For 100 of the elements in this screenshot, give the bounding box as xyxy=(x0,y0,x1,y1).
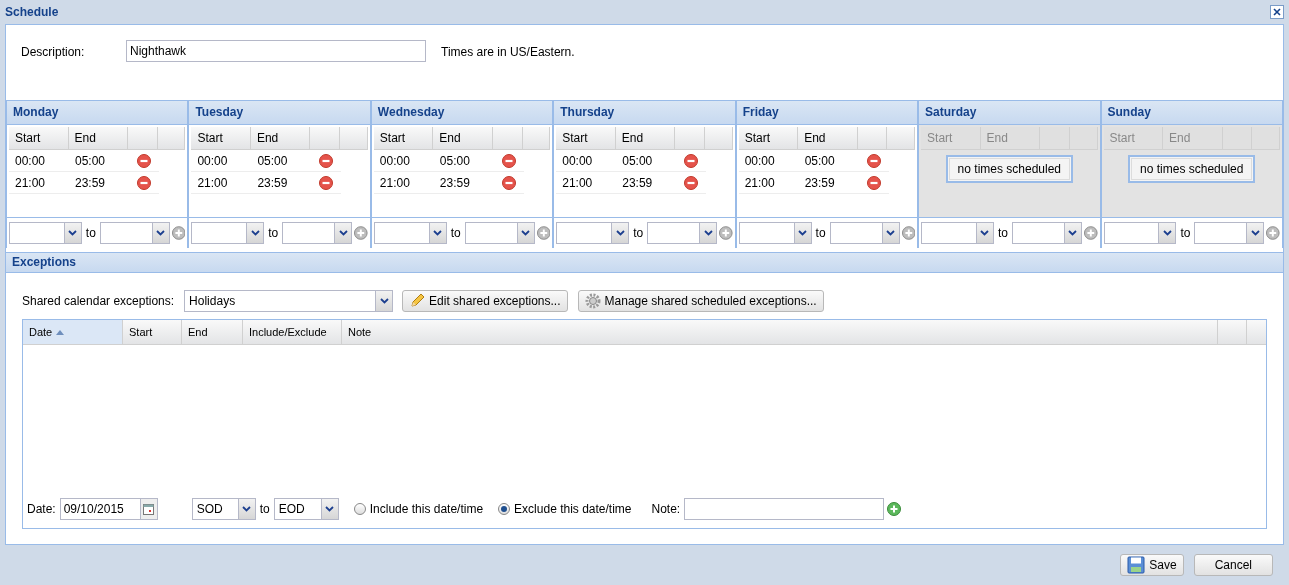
column-header: Start xyxy=(738,127,799,149)
end-time-dropdown[interactable] xyxy=(829,222,900,244)
save-button[interactable]: Save xyxy=(1120,554,1184,576)
remove-icon[interactable] xyxy=(866,153,881,168)
remove-icon[interactable] xyxy=(866,175,881,190)
day-header: Monday xyxy=(7,100,188,125)
description-label: Description: xyxy=(21,44,86,61)
add-icon[interactable] xyxy=(1266,226,1280,240)
to-label: to xyxy=(84,225,97,242)
date-field[interactable]: 09/10/2015 xyxy=(59,498,158,520)
shared-exceptions-dropdown[interactable]: Holidays xyxy=(184,290,394,312)
note-label: Note: xyxy=(651,501,681,518)
remove-icon[interactable] xyxy=(501,175,516,190)
pencil-icon xyxy=(409,293,426,309)
radio-option[interactable]: Exclude this date/time xyxy=(498,500,632,518)
day-header: Sunday xyxy=(1101,100,1282,125)
remove-icon[interactable] xyxy=(137,175,151,190)
table-cell-text: 00:00 xyxy=(378,152,411,170)
column-header[interactable]: Include/Exclude xyxy=(243,320,342,344)
manage-button[interactable]: Manage shared scheduled exceptions... xyxy=(577,290,824,312)
close-icon[interactable] xyxy=(1270,5,1284,19)
column-header: Start xyxy=(556,127,616,149)
empty-message: no times scheduled xyxy=(1128,155,1256,183)
remove-icon[interactable] xyxy=(319,153,334,168)
to-label: to xyxy=(267,225,280,242)
column-header: Start xyxy=(921,127,981,149)
day-header: Wednesday xyxy=(371,100,553,125)
day-header: Tuesday xyxy=(189,100,370,125)
end-dropdown[interactable]: EOD xyxy=(273,498,339,520)
date-label: Date: xyxy=(27,501,56,518)
add-icon[interactable] xyxy=(901,226,916,240)
table-cell-text: 21:00 xyxy=(14,174,47,192)
column-header[interactable]: Start xyxy=(123,320,182,344)
end-time-dropdown[interactable] xyxy=(1012,222,1082,244)
start-time-dropdown[interactable] xyxy=(556,222,630,244)
remove-icon[interactable] xyxy=(684,153,699,168)
to-label: to xyxy=(259,501,270,518)
column-header: End xyxy=(433,127,493,149)
end-time-dropdown[interactable] xyxy=(99,222,170,244)
table-cell-text: 05:00 xyxy=(803,152,836,170)
table-cell-text: 05:00 xyxy=(621,152,654,170)
column-header: End xyxy=(68,127,128,149)
remove-icon[interactable] xyxy=(137,153,151,168)
shared-exceptions-label: Shared calendar exceptions: xyxy=(22,293,175,310)
section-header: Exceptions xyxy=(6,252,1283,273)
description-field[interactable]: Nighthawk xyxy=(126,40,426,62)
column-header: End xyxy=(250,127,311,149)
note-field[interactable] xyxy=(684,498,885,520)
column-header: End xyxy=(1163,127,1223,149)
to-label: to xyxy=(996,225,1009,242)
radio-option[interactable]: Include this date/time xyxy=(353,500,484,518)
table-cell-text: 00:00 xyxy=(743,152,776,170)
table-cell-text: 00:00 xyxy=(14,152,47,170)
empty-message: no times scheduled xyxy=(945,155,1073,183)
cancel-button[interactable]: Cancel xyxy=(1193,554,1273,576)
table-cell-text: 23:59 xyxy=(74,174,107,192)
table-cell-text: 00:00 xyxy=(196,152,229,170)
remove-icon[interactable] xyxy=(319,175,334,190)
column-header[interactable]: End xyxy=(182,320,243,344)
to-label: to xyxy=(1179,225,1192,242)
start-time-dropdown[interactable] xyxy=(191,222,265,244)
table-cell-text: 00:00 xyxy=(561,152,594,170)
start-time-dropdown[interactable] xyxy=(921,222,994,244)
column-header: Start xyxy=(191,127,251,149)
add-icon[interactable] xyxy=(171,226,186,240)
remove-icon[interactable] xyxy=(684,175,699,190)
remove-icon[interactable] xyxy=(501,153,516,168)
table-cell-text: 23:59 xyxy=(621,174,654,192)
edit-button[interactable]: Edit shared exceptions... xyxy=(402,290,568,312)
start-time-dropdown[interactable] xyxy=(9,222,82,244)
to-label: to xyxy=(632,225,645,242)
table-cell-text: 23:59 xyxy=(438,174,471,192)
add-icon[interactable] xyxy=(719,226,733,240)
day-header: Saturday xyxy=(919,100,1100,125)
start-time-dropdown[interactable] xyxy=(373,222,447,244)
calendar-icon xyxy=(143,503,155,515)
column-header: End xyxy=(798,127,858,149)
column-header[interactable]: Date xyxy=(23,320,123,344)
column-header: Start xyxy=(373,127,434,149)
table-cell-text: 21:00 xyxy=(378,174,411,192)
day-header: Thursday xyxy=(554,100,735,125)
end-time-dropdown[interactable] xyxy=(282,222,353,244)
add-icon[interactable] xyxy=(354,226,368,240)
start-time-dropdown[interactable] xyxy=(1103,222,1177,244)
add-icon[interactable] xyxy=(887,502,902,516)
column-header: Start xyxy=(1103,127,1164,149)
end-time-dropdown[interactable] xyxy=(1194,222,1265,244)
add-icon[interactable] xyxy=(536,226,551,240)
end-time-dropdown[interactable] xyxy=(647,222,718,244)
table-cell-text: 05:00 xyxy=(256,152,289,170)
table-cell-text: 05:00 xyxy=(438,152,471,170)
column-header[interactable]: Note xyxy=(342,320,1218,344)
add-icon[interactable] xyxy=(1083,226,1098,240)
end-time-dropdown[interactable] xyxy=(464,222,535,244)
start-dropdown[interactable]: SOD xyxy=(191,498,256,520)
table-cell-text: 23:59 xyxy=(803,174,836,192)
column-header: End xyxy=(615,127,676,149)
column-header: Start xyxy=(9,127,69,149)
start-time-dropdown[interactable] xyxy=(738,222,812,244)
timezone-note: Times are in US/Eastern. xyxy=(441,44,575,61)
